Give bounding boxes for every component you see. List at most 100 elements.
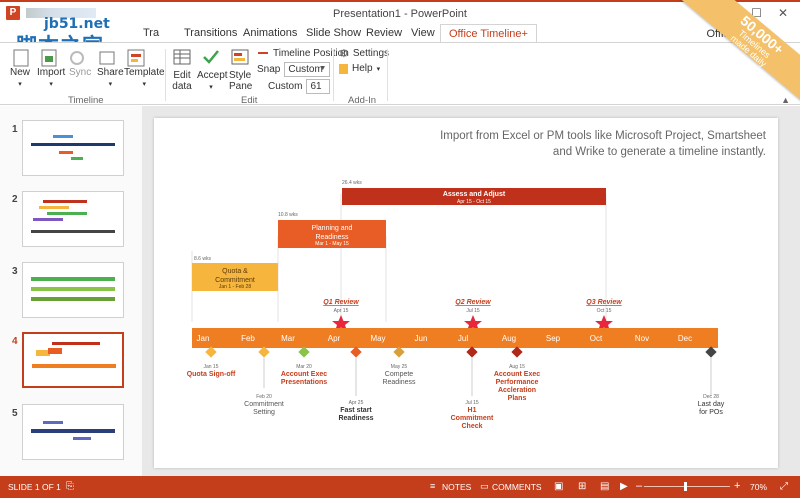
milestone-label: Account Exec <box>494 371 540 378</box>
tab-transitions[interactable]: Transitions <box>184 27 237 39</box>
custom-label: Custom <box>268 81 303 92</box>
zoom-slider-thumb[interactable] <box>684 482 687 491</box>
normal-view-icon[interactable]: ▣ <box>554 481 563 492</box>
settings-label: Settings <box>352 48 390 59</box>
diamond-icon <box>393 346 405 358</box>
share-button[interactable]: Share ▾ <box>97 67 124 89</box>
month-label: Jan <box>197 334 210 343</box>
slide-thumbnail-4[interactable] <box>22 332 124 388</box>
notes-button[interactable]: NOTES <box>442 482 471 492</box>
fit-slide-icon[interactable]: ⤢ <box>780 481 788 492</box>
style-pane-label-1: Style <box>229 70 252 81</box>
slide-editor: Import from Excel or PM tools like Micro… <box>142 106 800 476</box>
spellcheck-icon[interactable]: ⎘ <box>66 481 74 492</box>
sync-icon <box>70 51 84 65</box>
zoom-in-button[interactable]: + <box>734 480 740 492</box>
snap-row: Snap Custom ▼ <box>257 62 331 77</box>
month-label: Dec <box>678 334 692 343</box>
thumbnail-preview <box>32 342 116 368</box>
edit-data-button[interactable]: Edit data <box>170 47 194 92</box>
accept-label: Accept <box>197 70 228 81</box>
zoom-out-button[interactable]: – <box>636 480 642 492</box>
thumbnail-preview <box>31 135 115 160</box>
slide-thumbnail-3[interactable] <box>22 262 124 318</box>
style-pane-icon <box>231 49 249 65</box>
slideshow-icon[interactable]: ▶ <box>620 481 628 492</box>
slide-number: 1 <box>12 124 18 135</box>
new-button[interactable]: New ▾ <box>10 67 30 89</box>
review-label: Q2 Review <box>455 299 491 306</box>
tab-office-timeline[interactable]: Office Timeline+ <box>440 24 537 43</box>
table-icon <box>173 49 191 65</box>
task-label: Planning and <box>312 225 353 232</box>
milestone-date: Dec 28 <box>703 394 719 400</box>
template-icon <box>127 49 145 67</box>
milestone-label: Performance <box>496 379 539 386</box>
diamond-icon <box>705 346 717 358</box>
ribbon-separator <box>333 49 334 101</box>
milestone-label: Last day <box>698 401 725 408</box>
milestone-label: Account Exec <box>281 371 327 378</box>
milestone-label: Accleration <box>498 387 536 394</box>
slide-thumbnail-1[interactable] <box>22 120 124 176</box>
month-label: Jul <box>458 334 468 343</box>
task-label: Quota & <box>222 268 248 275</box>
milestone-label: Plans <box>508 395 527 402</box>
zoom-slider[interactable] <box>644 486 730 487</box>
task-duration: 10.8 wks <box>278 212 298 218</box>
notes-icon: ≡ <box>430 481 436 491</box>
timeline-position-row[interactable]: Timeline Position <box>257 47 349 59</box>
timeline-graphic: 26.4 wks Assess and Adjust Apr 15 - Oct … <box>187 180 725 430</box>
custom-value-input[interactable]: 61 <box>306 79 331 94</box>
style-pane-button[interactable]: Style Pane <box>229 47 253 92</box>
custom-row: Custom 61 <box>268 79 331 94</box>
tab-review[interactable]: Review <box>366 27 402 39</box>
edit-group-label: Edit <box>241 95 258 106</box>
milestone-label: Readiness <box>382 379 416 386</box>
style-pane-label-2: Pane <box>229 81 253 92</box>
review-date: Jul 15 <box>466 308 480 314</box>
help-button[interactable]: Help ▾ <box>339 63 380 74</box>
diamond-icon <box>511 346 523 358</box>
task-dates: Mar 1 - May 15 <box>315 241 349 247</box>
slide-canvas[interactable]: Import from Excel or PM tools like Micro… <box>154 118 778 468</box>
milestone-date: May 25 <box>391 364 408 370</box>
help-book-icon <box>339 63 348 74</box>
tab-slide-show[interactable]: Slide Show <box>306 27 361 39</box>
milestone-label: Commitment <box>451 415 494 422</box>
month-label: Apr <box>328 334 341 343</box>
slide-thumbnail-2[interactable] <box>22 191 124 247</box>
share-icon <box>99 51 115 65</box>
slide-number: 2 <box>12 194 18 205</box>
slide-counter: SLIDE 1 OF 1 <box>8 482 61 492</box>
tab-animations[interactable]: Animations <box>243 27 297 39</box>
slide-number: 4 <box>12 336 18 347</box>
settings-button[interactable]: ⚙ Settings <box>339 47 389 60</box>
month-label: May <box>370 334 385 343</box>
milestone-label: Setting <box>253 409 275 416</box>
import-excel-icon <box>45 56 53 62</box>
month-label: Oct <box>590 334 603 343</box>
month-label: Mar <box>281 334 295 343</box>
reading-view-icon[interactable]: ▤ <box>600 481 609 492</box>
slide-sorter-icon[interactable]: ⊞ <box>578 481 586 492</box>
review-date: Apr 15 <box>334 308 349 314</box>
comments-button[interactable]: COMMENTS <box>492 482 542 492</box>
accept-button[interactable]: Accept ▾ <box>197 47 228 92</box>
import-button[interactable]: Import ▾ <box>37 67 65 89</box>
task-duration: 26.4 wks <box>342 180 362 186</box>
collapse-ribbon-icon[interactable]: ▲ <box>781 95 790 105</box>
template-button[interactable]: Template ▾ <box>124 67 165 89</box>
slide-thumbnail-5[interactable] <box>22 404 124 460</box>
zoom-level[interactable]: 70% <box>750 482 767 492</box>
snap-dropdown[interactable]: Custom ▼ <box>284 62 331 77</box>
milestone-label: Compete <box>385 371 414 378</box>
task-dates: Apr 15 - Oct 15 <box>457 199 491 205</box>
tab-view[interactable]: View <box>411 27 435 39</box>
ribbon-separator <box>165 49 166 101</box>
month-label: Feb <box>241 334 255 343</box>
chevron-down-icon: ▾ <box>376 65 381 73</box>
help-label: Help <box>352 63 373 74</box>
milestone-date: Jul 15 <box>465 400 479 406</box>
close-icon[interactable]: ✕ <box>778 6 788 20</box>
